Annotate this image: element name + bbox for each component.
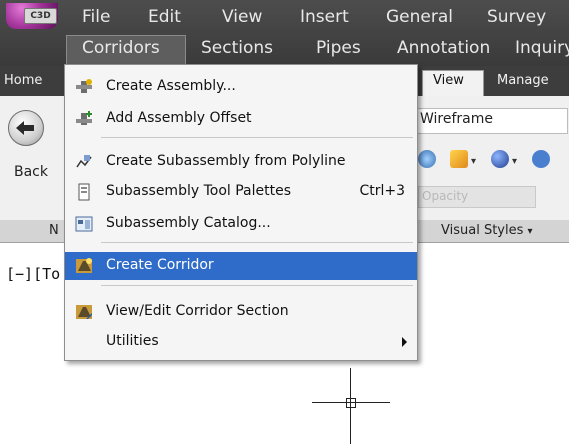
material-icon[interactable] xyxy=(491,150,509,168)
crosshair-pickbox-icon xyxy=(346,398,356,408)
panel-label-partial: N xyxy=(49,223,59,238)
chevron-down-icon: ▾ xyxy=(527,226,533,237)
shade-icon[interactable] xyxy=(418,150,436,168)
menu-item-create-assembly[interactable]: Create Assembly... xyxy=(65,73,417,101)
menu-item-subassembly-tool-palettes[interactable]: Subassembly Tool Palettes Ctrl+3 xyxy=(65,178,417,206)
menu-item-label: Create Corridor xyxy=(106,257,214,273)
view-edit-corridor-section-icon xyxy=(76,305,92,319)
subassembly-catalog-icon xyxy=(75,216,93,232)
menu-item-label: Subassembly Tool Palettes xyxy=(106,183,292,199)
menu-item-label: Create Subassembly from Polyline xyxy=(106,153,346,169)
menu-survey[interactable]: Survey xyxy=(487,7,546,27)
color-icon[interactable] xyxy=(450,150,468,168)
menu-item-label: Utilities xyxy=(106,333,159,349)
menu-item-utilities[interactable]: Utilities xyxy=(65,328,417,356)
menu-sections[interactable]: Sections xyxy=(201,38,273,58)
tool-palettes-icon xyxy=(78,183,90,201)
visual-styles-label: Visual Styles xyxy=(441,223,524,238)
menu-file[interactable]: File xyxy=(82,7,110,27)
menu-insert[interactable]: Insert xyxy=(300,7,349,27)
tab-home[interactable]: Home xyxy=(4,73,42,88)
menu-item-create-corridor[interactable]: Create Corridor xyxy=(65,252,417,280)
menu-item-label: Create Assembly... xyxy=(106,78,236,94)
create-assembly-icon xyxy=(76,79,92,93)
menu-separator xyxy=(101,285,413,286)
menu-view[interactable]: View xyxy=(222,7,262,27)
menu-separator xyxy=(101,242,413,243)
create-subassembly-polyline-icon xyxy=(76,155,92,168)
menu-item-label: Subassembly Catalog... xyxy=(106,215,271,231)
visual-style-value: Wireframe xyxy=(420,111,494,127)
menu-separator xyxy=(101,137,413,138)
app-logo-text: C3D xyxy=(24,8,57,24)
menu-item-label: Add Assembly Offset xyxy=(106,110,252,126)
menu-pipes[interactable]: Pipes xyxy=(316,38,361,58)
menu-item-add-assembly-offset[interactable]: Add Assembly Offset xyxy=(65,105,417,133)
dropdown-arrow-icon[interactable]: ▾ xyxy=(471,156,476,167)
back-button-label[interactable]: Back xyxy=(14,164,48,180)
menu-annotation[interactable]: Annotation xyxy=(397,38,490,58)
tab-view[interactable]: View xyxy=(433,73,464,88)
tab-manage[interactable]: Manage xyxy=(497,73,549,88)
menu-item-create-subassembly-polyline[interactable]: Create Subassembly from Polyline xyxy=(65,148,417,176)
visual-styles-panel-label[interactable]: Visual Styles ▾ xyxy=(441,223,533,238)
viewport-label[interactable]: [−][To xyxy=(6,265,60,283)
opacity-label: Opacity xyxy=(422,189,469,203)
create-corridor-icon xyxy=(76,258,92,273)
menu-item-subassembly-catalog[interactable]: Subassembly Catalog... xyxy=(65,210,417,238)
corridors-dropdown-menu: Create Assembly... Add Assembly Offset C… xyxy=(64,64,418,361)
render-icon[interactable] xyxy=(532,150,550,168)
back-arrow-icon xyxy=(16,121,34,135)
menu-general[interactable]: General xyxy=(386,7,453,27)
menu-corridors[interactable]: Corridors xyxy=(82,38,160,58)
menu-item-label: View/Edit Corridor Section xyxy=(106,303,289,319)
dropdown-arrow-icon[interactable]: ▾ xyxy=(512,156,517,167)
menu-inquiry[interactable]: Inquiry xyxy=(515,38,569,58)
submenu-arrow-icon xyxy=(402,337,407,347)
menu-item-view-edit-corridor-section[interactable]: View/Edit Corridor Section xyxy=(65,298,417,326)
menu-item-shortcut: Ctrl+3 xyxy=(359,183,405,199)
menu-edit[interactable]: Edit xyxy=(148,7,181,27)
add-assembly-offset-icon xyxy=(76,111,92,125)
